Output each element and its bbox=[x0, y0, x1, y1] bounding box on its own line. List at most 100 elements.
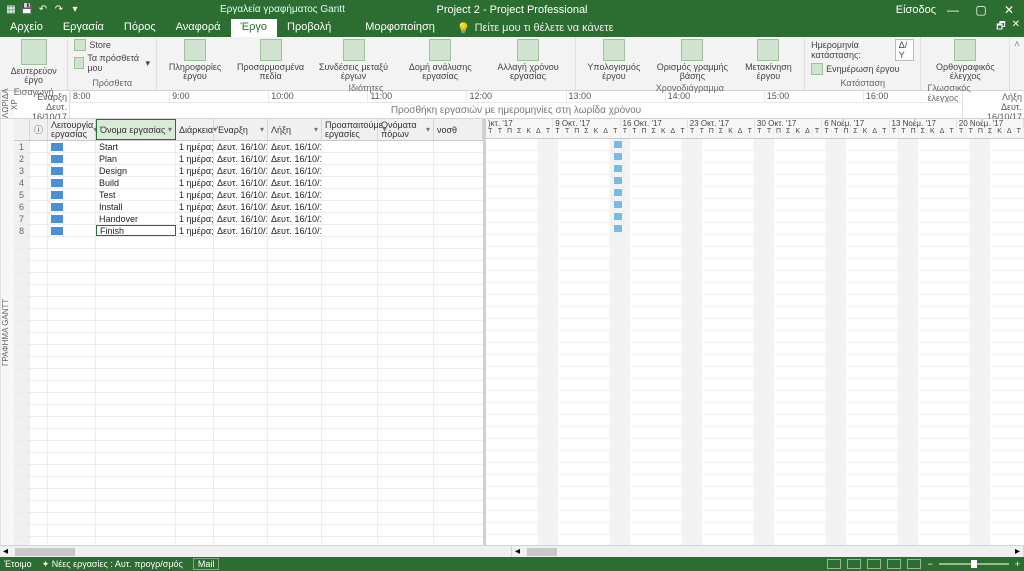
gantt-row[interactable] bbox=[486, 187, 1024, 199]
cell[interactable] bbox=[378, 357, 434, 368]
cell[interactable] bbox=[30, 189, 48, 200]
cell[interactable] bbox=[30, 309, 48, 320]
cell[interactable] bbox=[322, 405, 378, 416]
cell[interactable] bbox=[322, 213, 378, 224]
links-button[interactable]: Συνδέσεις μεταξύ έργων bbox=[314, 39, 393, 82]
cell[interactable] bbox=[214, 393, 268, 404]
cell[interactable]: Plan bbox=[96, 153, 176, 164]
project-info-button[interactable]: Πληροφορίες έργου bbox=[163, 39, 227, 82]
cell[interactable] bbox=[322, 165, 378, 176]
cell[interactable] bbox=[176, 261, 214, 272]
cell[interactable]: Start bbox=[96, 141, 176, 152]
cell[interactable] bbox=[214, 357, 268, 368]
gantt-bar[interactable] bbox=[614, 153, 622, 160]
cell[interactable] bbox=[48, 297, 96, 308]
cell[interactable] bbox=[14, 237, 30, 248]
gantt-bar[interactable] bbox=[614, 225, 622, 232]
cell[interactable] bbox=[14, 441, 30, 452]
cell[interactable] bbox=[48, 441, 96, 452]
gantt-row[interactable] bbox=[486, 391, 1024, 403]
cell[interactable]: Finish bbox=[96, 225, 176, 236]
cell[interactable] bbox=[14, 525, 30, 536]
cell[interactable] bbox=[14, 429, 30, 440]
zoom-out-icon[interactable]: − bbox=[927, 559, 932, 569]
cell[interactable] bbox=[96, 441, 176, 452]
table-row[interactable] bbox=[14, 273, 483, 285]
calculate-button[interactable]: Υπολογισμός έργου bbox=[582, 39, 646, 82]
cell[interactable] bbox=[176, 309, 214, 320]
cell[interactable] bbox=[322, 297, 378, 308]
cell[interactable] bbox=[96, 513, 176, 524]
cell[interactable] bbox=[96, 405, 176, 416]
finish-header[interactable]: Λήξη▾ bbox=[268, 119, 322, 140]
cell[interactable] bbox=[14, 297, 30, 308]
cell[interactable] bbox=[214, 441, 268, 452]
cell[interactable] bbox=[434, 489, 483, 500]
cell[interactable] bbox=[214, 453, 268, 464]
cell[interactable] bbox=[30, 321, 48, 332]
cell[interactable] bbox=[268, 297, 322, 308]
cell[interactable] bbox=[434, 405, 483, 416]
cell[interactable] bbox=[378, 273, 434, 284]
gantt-row[interactable] bbox=[486, 211, 1024, 223]
cell[interactable] bbox=[268, 309, 322, 320]
cell[interactable] bbox=[48, 153, 96, 164]
cell[interactable] bbox=[214, 477, 268, 488]
cell[interactable] bbox=[322, 393, 378, 404]
cell[interactable] bbox=[214, 333, 268, 344]
cell[interactable] bbox=[268, 417, 322, 428]
tab-project[interactable]: Έργο bbox=[231, 19, 278, 37]
cell[interactable] bbox=[268, 441, 322, 452]
cell[interactable]: 5 bbox=[14, 189, 30, 200]
cell[interactable]: Δευτ. 16/10/17 bbox=[214, 141, 268, 152]
cell[interactable]: Δευτ. 16/10/17 bbox=[268, 189, 322, 200]
cell[interactable]: 4 bbox=[14, 177, 30, 188]
gantt-bar[interactable] bbox=[614, 141, 622, 148]
cell[interactable] bbox=[14, 489, 30, 500]
cell[interactable]: 1 ημέρα; bbox=[176, 165, 214, 176]
cell[interactable] bbox=[214, 381, 268, 392]
table-row[interactable] bbox=[14, 489, 483, 501]
cell[interactable] bbox=[214, 345, 268, 356]
cell[interactable] bbox=[30, 333, 48, 344]
tab-resource[interactable]: Πόρος bbox=[114, 19, 166, 37]
cell[interactable] bbox=[378, 189, 434, 200]
cell[interactable] bbox=[30, 261, 48, 272]
cell[interactable] bbox=[176, 369, 214, 380]
cell[interactable] bbox=[434, 417, 483, 428]
cell[interactable]: Δευτ. 16/10/17 bbox=[214, 153, 268, 164]
cell[interactable] bbox=[268, 261, 322, 272]
cell[interactable] bbox=[14, 513, 30, 524]
cell[interactable] bbox=[48, 417, 96, 428]
gantt-row[interactable] bbox=[486, 163, 1024, 175]
table-row[interactable] bbox=[14, 537, 483, 545]
cell[interactable] bbox=[30, 297, 48, 308]
status-mail[interactable]: Mail bbox=[193, 558, 220, 570]
table-row[interactable] bbox=[14, 417, 483, 429]
ribbon-collapse-icon[interactable]: ˄ bbox=[1010, 37, 1024, 90]
cell[interactable] bbox=[268, 489, 322, 500]
gantt-row[interactable] bbox=[486, 175, 1024, 187]
cell[interactable] bbox=[14, 345, 30, 356]
gantt-row[interactable] bbox=[486, 283, 1024, 295]
cell[interactable] bbox=[268, 357, 322, 368]
table-row[interactable] bbox=[14, 249, 483, 261]
custom-fields-button[interactable]: Προσαρμοσμένα πεδία bbox=[233, 39, 308, 82]
gantt-row[interactable] bbox=[486, 199, 1024, 211]
table-row[interactable] bbox=[14, 321, 483, 333]
tab-task[interactable]: Εργασία bbox=[53, 19, 114, 37]
cell[interactable] bbox=[322, 453, 378, 464]
cell[interactable] bbox=[48, 141, 96, 152]
table-row[interactable]: 6Install1 ημέρα;Δευτ. 16/10/17Δευτ. 16/1… bbox=[14, 201, 483, 213]
cell[interactable] bbox=[14, 465, 30, 476]
cell[interactable] bbox=[268, 501, 322, 512]
cell[interactable] bbox=[434, 441, 483, 452]
cell[interactable] bbox=[322, 225, 378, 236]
cell[interactable] bbox=[434, 333, 483, 344]
cell[interactable] bbox=[96, 429, 176, 440]
cell[interactable] bbox=[14, 333, 30, 344]
subproject-button[interactable]: Δευτερεύον έργο bbox=[6, 39, 61, 86]
cell[interactable] bbox=[48, 285, 96, 296]
cell[interactable] bbox=[268, 369, 322, 380]
cell[interactable] bbox=[214, 537, 268, 545]
